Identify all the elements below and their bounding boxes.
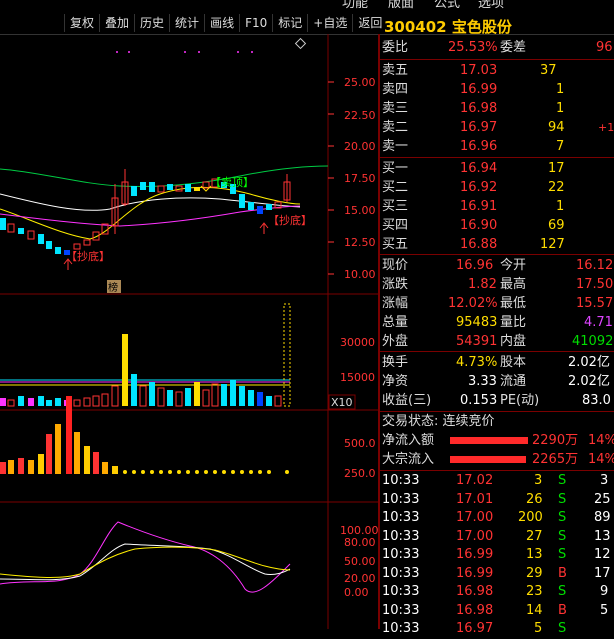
- flow-tick: 250.0: [344, 467, 376, 480]
- quote-row: 现价 16.96 今开 16.12: [382, 258, 614, 273]
- tick-trades[interactable]: 10:33 17.02 3 S 3 10:33 17.01 26 S 25 10:33 17.00…: [382, 472, 614, 639]
- trade-row[interactable]: 10:33 17.00 27 S 13: [382, 528, 614, 547]
- price-tick: 15.00: [344, 204, 376, 217]
- stats-row: 换手 4.73% 股本 2.02亿: [382, 355, 610, 370]
- flow-tick: 500.0: [344, 437, 376, 450]
- price-tick: 20.00: [344, 140, 376, 153]
- price-tick: 17.50: [344, 172, 376, 185]
- trade-row[interactable]: 10:33 16.98 23 S 9: [382, 583, 614, 602]
- bid-row[interactable]: 买二 16.92 22: [382, 178, 614, 197]
- bid-list: 买一 16.94 17 买二 16.92 22 买三 16.91 1 买四 16.90 69 买…: [382, 159, 614, 254]
- ask-row[interactable]: 卖二 16.97 94 +1: [382, 118, 614, 137]
- tool-f10-button[interactable]: F10: [239, 14, 272, 32]
- volume-scale-label: X10: [331, 396, 353, 409]
- tool-stats-button[interactable]: 统计: [169, 14, 204, 32]
- stats-block: 换手 4.73% 股本 2.02亿 净资 3.33 流通 2.02亿 收益(三) 0.153 P…: [382, 353, 614, 410]
- menu-formula[interactable]: 公式: [434, 0, 460, 11]
- flow-row: 大宗流入2265万14%: [382, 452, 614, 467]
- menu-options[interactable]: 选项: [478, 0, 504, 11]
- trade-row[interactable]: 10:33 16.98 14 B 5: [382, 602, 614, 621]
- ask-row[interactable]: 卖三 16.98 1: [382, 99, 614, 118]
- kdj-lines: [0, 521, 291, 593]
- quote-block: 现价 16.96 今开 16.12 涨跌 1.82 最高 17.50 涨幅 12.02% 最低 1…: [382, 256, 614, 351]
- stats-row: 收益(三) 0.153 PE(动) 83.0: [382, 393, 611, 408]
- price-tick: 25.00: [344, 76, 376, 89]
- ask-row[interactable]: 卖一 16.96 7: [382, 137, 614, 156]
- trade-row[interactable]: 10:33 17.02 3 S 3: [382, 472, 614, 491]
- flow-row: 净流入额2290万14%: [382, 433, 614, 448]
- stock-code: 300402: [384, 18, 447, 36]
- trade-row[interactable]: 10:33 16.99 13 S 12: [382, 546, 614, 565]
- tool-draw-button[interactable]: 画线: [204, 14, 239, 32]
- diamond-icon[interactable]: [294, 37, 307, 50]
- quote-row: 涨跌 1.82 最高 17.50: [382, 277, 614, 292]
- bid-row[interactable]: 买五 16.88 127: [382, 235, 614, 254]
- price-tick: 10.00: [344, 268, 376, 281]
- bid-row[interactable]: 买三 16.91 1: [382, 197, 614, 216]
- sell-top-label: 【卖顶】: [210, 176, 254, 189]
- chart-toolbar: 复权 叠加 历史 统计 画线 F10 标记 +自选 返回: [64, 14, 387, 32]
- svg-text:榜: 榜: [108, 281, 118, 294]
- tool-overlay-button[interactable]: 叠加: [99, 14, 134, 32]
- trade-row[interactable]: 10:33 16.97 5 S: [382, 620, 614, 639]
- kdj-tick: 20.00: [344, 572, 376, 585]
- quote-row: 外盘 54391 内盘 41092: [382, 334, 614, 349]
- price-tick: 22.50: [344, 109, 376, 122]
- tool-back-button[interactable]: 返回: [352, 14, 387, 32]
- trade-row[interactable]: 10:33 17.00 200 S 89: [382, 509, 614, 528]
- flow-bars: [0, 396, 289, 474]
- kdj-tick: 50.00: [344, 555, 376, 568]
- ask-row[interactable]: 卖五 17.03 37: [382, 61, 614, 80]
- tool-adjust-button[interactable]: 复权: [64, 14, 99, 32]
- stock-name: 宝色股份: [451, 18, 512, 36]
- weibi-row: 委比 25.53% 委差 96: [382, 40, 613, 55]
- trade-row[interactable]: 10:33 17.01 26 S 25: [382, 491, 614, 510]
- ask-row[interactable]: 卖四 16.99 1: [382, 80, 614, 99]
- buy-bottom-label-2: 【抄底】: [268, 213, 312, 227]
- volume-tick: 15000: [340, 371, 375, 384]
- trade-row[interactable]: 10:33 16.99 29 B 17: [382, 565, 614, 584]
- pane-divider: [378, 34, 380, 629]
- stats-row: 净资 3.33 流通 2.02亿: [382, 374, 610, 389]
- quote-row: 总量 95483 量比 4.71: [382, 315, 613, 330]
- stock-title: 300402 宝色股份: [384, 16, 512, 37]
- volume-bars: [0, 303, 291, 407]
- ask-list: 卖五 17.03 37 卖四 16.99 1 卖三 16.98 1 卖二 16.97 94 +1 …: [382, 61, 614, 156]
- kdj-tick: 0.00: [344, 586, 369, 599]
- buy-bottom-label-1: 【抄底】: [66, 249, 110, 263]
- tool-history-button[interactable]: 历史: [134, 14, 169, 32]
- chart-canvas[interactable]: 【卖顶】 【抄底】 【抄底】 榜 25.00 22.50 20.00 17.50…: [0, 34, 379, 629]
- trade-status: 交易状态: 连续竞价: [382, 414, 495, 429]
- order-book-panel: 委比 25.53% 委差 96: [382, 38, 614, 57]
- menu-layout[interactable]: 版面: [388, 0, 414, 11]
- flow-summary: 交易状态: 连续竞价 净流入额2290万14% 大宗流入2265万14%: [382, 412, 614, 469]
- volume-tick: 30000: [340, 336, 375, 349]
- buy-arrow-icon-2: [259, 222, 269, 234]
- menu-function[interactable]: 功能: [342, 0, 368, 11]
- bid-row[interactable]: 买四 16.90 69: [382, 216, 614, 235]
- top-toolbar: 功能 版面 公式 选项 复权 叠加 历史 统计 画线 F10 标记 +自选 返回…: [0, 0, 614, 37]
- tool-add-watchlist-button[interactable]: +自选: [307, 14, 352, 32]
- chart-pane[interactable]: 【卖顶】 【抄底】 【抄底】 榜 25.00 22.50 20.00 17.50…: [0, 34, 379, 629]
- tool-mark-button[interactable]: 标记: [272, 14, 307, 32]
- bid-row[interactable]: 买一 16.94 17: [382, 159, 614, 178]
- kdj-tick: 80.00: [344, 536, 376, 549]
- price-tick: 12.50: [344, 236, 376, 249]
- quote-row: 涨幅 12.02% 最低 15.57: [382, 296, 614, 311]
